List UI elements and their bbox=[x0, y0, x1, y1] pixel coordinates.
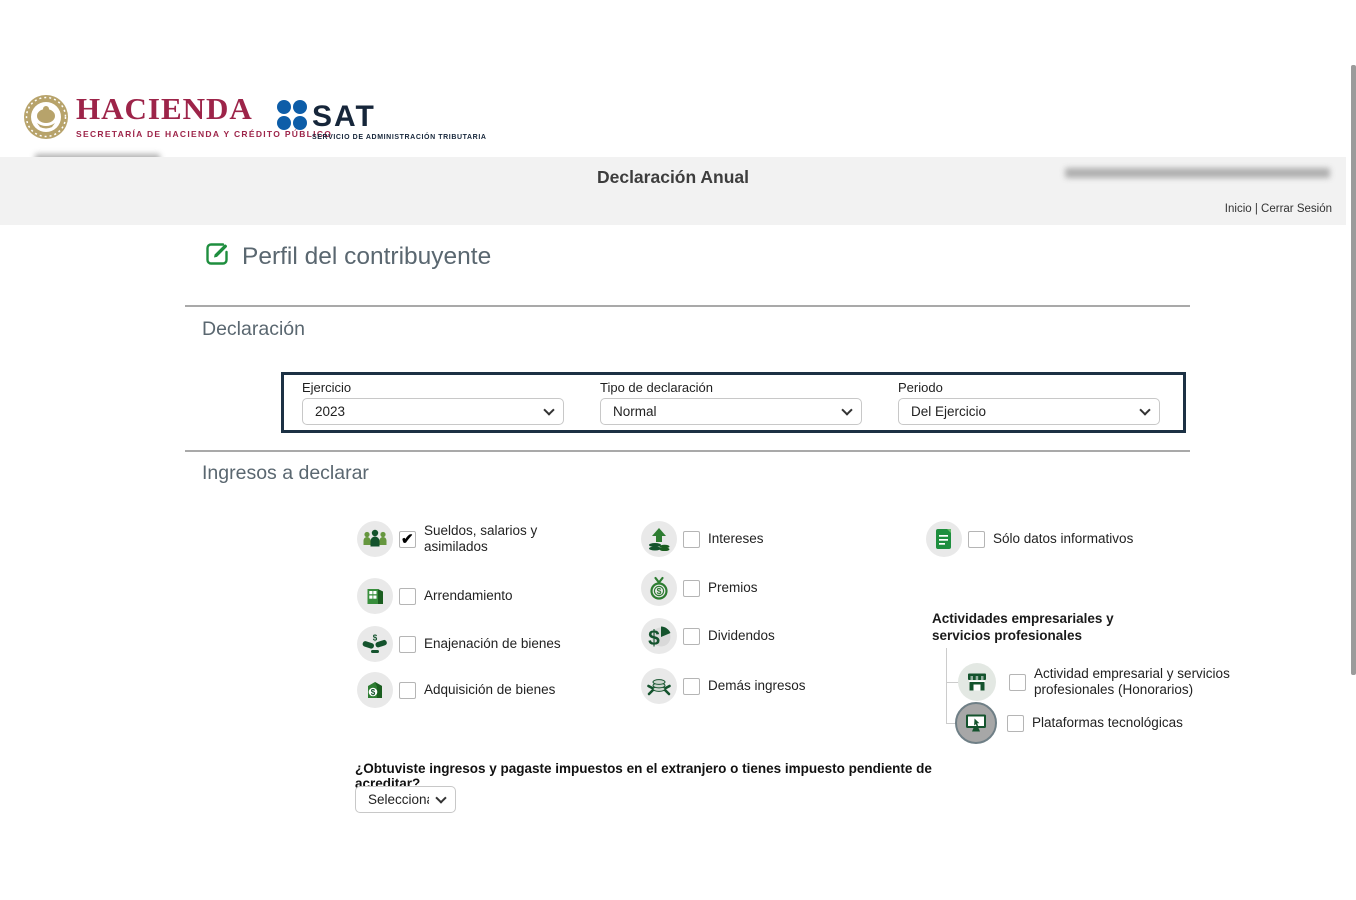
ingreso-item-intereses: Intereses bbox=[641, 521, 868, 557]
government-header: HACIENDA SECRETARÍA DE HACIENDA Y CRÉDIT… bbox=[0, 75, 1356, 153]
svg-text:$: $ bbox=[648, 627, 660, 649]
item-label: Intereses bbox=[708, 531, 868, 548]
solo-datos-checkbox[interactable] bbox=[968, 531, 985, 548]
ingreso-item-actividad-empresarial: Actividad empresarial y servicios profes… bbox=[958, 663, 1234, 701]
ingreso-item-arrendamiento: Arrendamiento bbox=[357, 578, 564, 614]
handshake-icon: $ bbox=[357, 626, 393, 662]
ejercicio-select[interactable]: 2023 bbox=[302, 398, 564, 425]
connector-line bbox=[946, 648, 947, 724]
item-label: Adquisición de bienes bbox=[424, 682, 574, 699]
sat-logo: SAT SERVICIO DE ADMINISTRACIÓN TRIBUTARI… bbox=[312, 102, 487, 141]
periodo-select[interactable]: Del Ejercicio bbox=[898, 398, 1160, 425]
ingreso-item-sueldos: Sueldos, salarios y asimilados bbox=[357, 521, 551, 557]
sueldos-checkbox[interactable] bbox=[399, 531, 416, 548]
premios-checkbox[interactable] bbox=[683, 580, 700, 597]
ingreso-item-solo-datos: Sólo datos informativos bbox=[926, 521, 1163, 557]
page-title: Perfil del contribuyente bbox=[242, 243, 491, 271]
section-divider bbox=[185, 305, 1190, 307]
ingresos-heading: Ingresos a declarar bbox=[202, 462, 369, 485]
link-separator: | bbox=[1252, 203, 1261, 215]
item-label: Actividad empresarial y servicios profes… bbox=[1034, 666, 1234, 699]
dividendos-checkbox[interactable] bbox=[683, 628, 700, 645]
section-divider bbox=[185, 450, 1190, 452]
document-icon bbox=[926, 521, 962, 557]
svg-text:$: $ bbox=[371, 688, 376, 697]
session-links: Inicio | Cerrar Sesión bbox=[1225, 203, 1332, 215]
sat-subtitle: SERVICIO DE ADMINISTRACIÓN TRIBUTARIA bbox=[312, 134, 487, 141]
page-title-row: Perfil del contribuyente bbox=[203, 240, 491, 273]
money-bag-icon: $ bbox=[641, 570, 677, 606]
people-icon bbox=[357, 521, 393, 557]
intereses-checkbox[interactable] bbox=[683, 531, 700, 548]
item-label: Dividendos bbox=[708, 628, 868, 645]
hacienda-seal-icon bbox=[22, 93, 70, 146]
item-label: Arrendamiento bbox=[424, 588, 564, 605]
sat-dots-icon bbox=[276, 97, 308, 136]
extranjero-select[interactable]: Selecciona bbox=[355, 786, 456, 813]
redacted-user-name bbox=[1065, 168, 1330, 178]
building-icon bbox=[357, 578, 393, 614]
adquisicion-checkbox[interactable] bbox=[399, 682, 416, 699]
inicio-link[interactable]: Inicio bbox=[1225, 203, 1252, 215]
growth-arrow-icon bbox=[641, 521, 677, 557]
item-label: Premios bbox=[708, 580, 868, 597]
ejercicio-label: Ejercicio bbox=[302, 380, 564, 395]
tipo-declaracion-label: Tipo de declaración bbox=[600, 380, 862, 395]
periodo-label: Periodo bbox=[898, 380, 1160, 395]
svg-text:$: $ bbox=[657, 586, 662, 596]
pie-dollar-icon: $ bbox=[641, 618, 677, 654]
store-icon bbox=[958, 663, 996, 701]
periodo-field: Periodo Del Ejercicio bbox=[898, 380, 1160, 425]
item-label: Demás ingresos bbox=[708, 678, 868, 695]
enajenacion-checkbox[interactable] bbox=[399, 636, 416, 653]
actividades-heading: Actividades empresariales y servicios pr… bbox=[932, 610, 1128, 644]
house-dollar-icon: $ bbox=[357, 672, 393, 708]
plataformas-checkbox[interactable] bbox=[1007, 715, 1024, 732]
ingreso-item-enajenacion: $ Enajenación de bienes bbox=[357, 626, 574, 662]
edit-icon bbox=[203, 240, 231, 273]
item-label: Sólo datos informativos bbox=[993, 531, 1163, 548]
cerrar-sesion-link[interactable]: Cerrar Sesión bbox=[1261, 203, 1332, 215]
ingreso-item-plataformas: Plataformas tecnológicas bbox=[955, 702, 1232, 744]
declaracion-heading: Declaración bbox=[202, 318, 305, 341]
tipo-declaracion-select[interactable]: Normal bbox=[600, 398, 862, 425]
sat-title: SAT bbox=[312, 102, 487, 132]
coins-icon bbox=[641, 668, 677, 704]
tipo-declaracion-field: Tipo de declaración Normal bbox=[600, 380, 862, 425]
scrollbar-thumb[interactable] bbox=[1351, 65, 1356, 675]
actividad-empresarial-checkbox[interactable] bbox=[1009, 674, 1026, 691]
demas-ingresos-checkbox[interactable] bbox=[683, 678, 700, 695]
svg-text:$: $ bbox=[373, 634, 378, 643]
app-topbar: Declaración Anual Inicio | Cerrar Sesión bbox=[0, 157, 1346, 225]
ingreso-item-adquisicion: $ Adquisición de bienes bbox=[357, 672, 574, 708]
ingreso-item-dividendos: $ Dividendos bbox=[641, 618, 868, 654]
declaracion-box: Ejercicio 2023 Tipo de declaración Norma… bbox=[281, 372, 1186, 433]
ingreso-item-demas: Demás ingresos bbox=[641, 668, 868, 704]
item-label: Plataformas tecnológicas bbox=[1032, 715, 1232, 732]
ingreso-item-premios: $ Premios bbox=[641, 570, 868, 606]
ejercicio-field: Ejercicio 2023 bbox=[302, 380, 564, 425]
item-label: Sueldos, salarios y asimilados bbox=[424, 523, 551, 556]
monitor-icon bbox=[955, 702, 997, 744]
item-label: Enajenación de bienes bbox=[424, 636, 574, 653]
arrendamiento-checkbox[interactable] bbox=[399, 588, 416, 605]
